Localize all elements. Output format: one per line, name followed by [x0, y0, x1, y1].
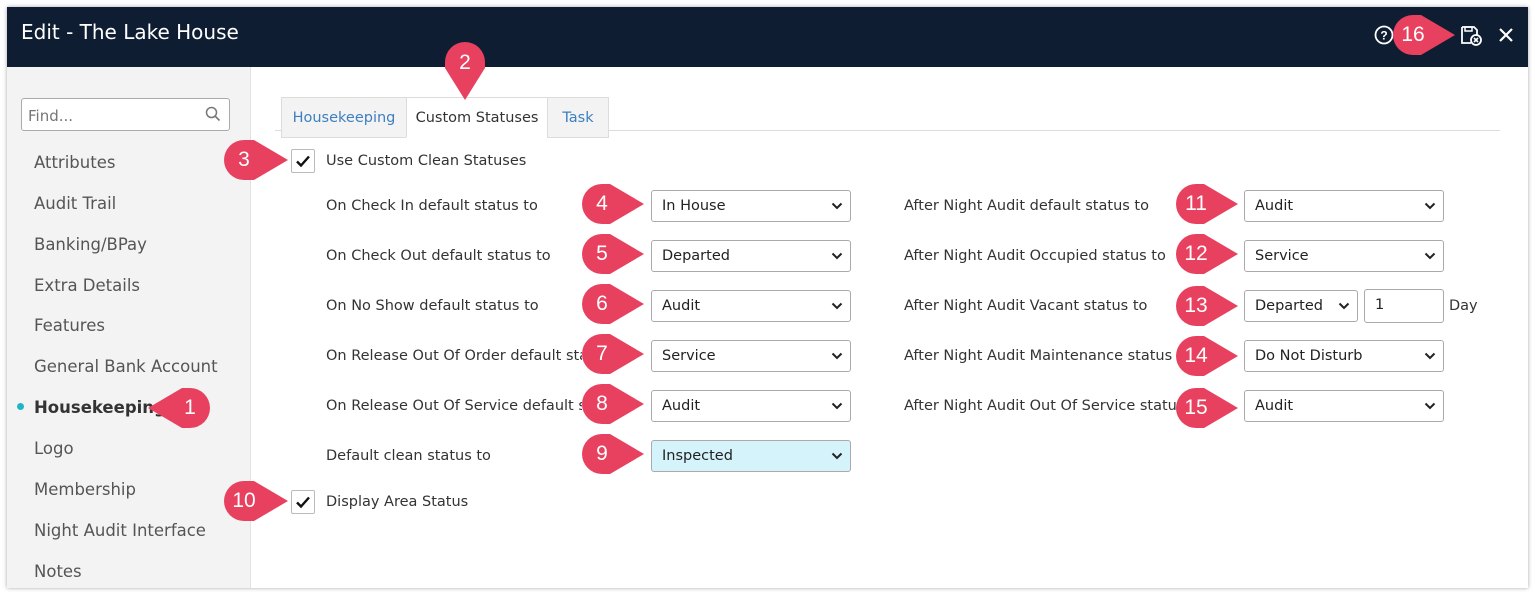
chevron-down-icon	[1338, 302, 1350, 310]
callout-marker: 2	[445, 42, 485, 100]
callout-marker: 14	[1176, 336, 1238, 376]
save-close-icon[interactable]	[1456, 21, 1484, 49]
after-na-out-of-service-label: After Night Audit Out Of Service status …	[904, 398, 1204, 414]
callout-marker: 6	[582, 284, 644, 324]
chevron-down-icon	[1424, 352, 1436, 360]
after-na-vacant-label: After Night Audit Vacant status to	[904, 298, 1148, 314]
after-na-out-of-service-value: Audit	[1255, 398, 1294, 414]
search-input[interactable]	[28, 107, 198, 125]
no-show-status-value: Audit	[662, 298, 701, 314]
tab-custom-statuses[interactable]: Custom Statuses	[406, 97, 548, 138]
callout-marker: 10	[224, 481, 288, 521]
callout-marker: 16	[1393, 15, 1455, 55]
after-na-default-label: After Night Audit default status to	[904, 198, 1149, 214]
chevron-down-icon	[831, 302, 843, 310]
sidebar-item-housekeeping[interactable]: Housekeeping	[34, 398, 166, 417]
after-na-out-of-service-select[interactable]: Audit	[1244, 390, 1444, 422]
sidebar-item-features[interactable]: Features	[34, 316, 105, 335]
chevron-down-icon	[831, 202, 843, 210]
display-area-status-label: Display Area Status	[326, 494, 469, 510]
sidebar-item-membership[interactable]: Membership	[34, 480, 136, 499]
callout-marker: 15	[1176, 388, 1238, 428]
vacant-days-unit: Day	[1449, 298, 1478, 314]
check-out-status-value: Departed	[662, 248, 730, 264]
callout-marker: 7	[582, 334, 644, 374]
sidebar-item-audit-trail[interactable]: Audit Trail	[34, 194, 116, 213]
vacant-days-input[interactable]: 1	[1364, 289, 1444, 323]
sidebar-item-logo[interactable]: Logo	[34, 439, 74, 458]
check-out-label: On Check Out default status to	[326, 248, 551, 264]
release-out-of-order-label: On Release Out Of Order default status t…	[326, 348, 582, 364]
after-na-default-value: Audit	[1255, 198, 1294, 214]
release-out-of-order-value: Service	[662, 348, 716, 364]
sidebar-item-general-bank-account[interactable]: General Bank Account	[34, 357, 218, 376]
checkmark-icon	[296, 496, 310, 509]
after-na-vacant-select[interactable]: Departed	[1244, 290, 1358, 322]
callout-marker: 13	[1176, 286, 1238, 326]
close-icon[interactable]	[1492, 21, 1520, 49]
sidebar-item-banking[interactable]: Banking/BPay	[34, 235, 147, 254]
release-out-of-service-label: On Release Out Of Service default status…	[326, 398, 582, 414]
chevron-down-icon	[1424, 252, 1436, 260]
use-custom-statuses-checkbox[interactable]	[291, 149, 315, 173]
display-area-status-checkbox[interactable]	[291, 490, 315, 514]
callout-marker: 4	[582, 184, 644, 224]
chevron-down-icon	[831, 402, 843, 410]
callout-marker: 11	[1176, 184, 1238, 224]
callout-marker: 5	[582, 234, 644, 274]
title-bar: Edit - The Lake House ?	[7, 7, 1528, 67]
after-na-maintenance-select[interactable]: Do Not Disturb	[1244, 340, 1444, 372]
after-na-occupied-value: Service	[1255, 248, 1309, 264]
release-out-of-service-select[interactable]: Audit	[651, 390, 851, 422]
chevron-down-icon	[1424, 402, 1436, 410]
default-clean-status-select[interactable]: Inspected	[651, 440, 851, 472]
checkmark-icon	[296, 155, 310, 168]
after-na-default-select[interactable]: Audit	[1244, 190, 1444, 222]
sidebar-item-notes[interactable]: Notes	[34, 562, 82, 581]
chevron-down-icon	[1424, 202, 1436, 210]
after-na-occupied-select[interactable]: Service	[1244, 240, 1444, 272]
tab-housekeeping[interactable]: Housekeeping	[281, 97, 407, 138]
chevron-down-icon	[831, 252, 843, 260]
no-show-label: On No Show default status to	[326, 298, 539, 314]
check-out-status-select[interactable]: Departed	[651, 240, 851, 272]
after-na-maintenance-label: After Night Audit Maintenance status to	[904, 348, 1192, 364]
no-show-status-select[interactable]: Audit	[651, 290, 851, 322]
callout-marker: 9	[582, 434, 644, 474]
sidebar-item-extra-details[interactable]: Extra Details	[34, 276, 140, 295]
callout-marker: 8	[582, 384, 644, 424]
default-clean-status-label: Default clean status to	[326, 448, 491, 464]
chevron-down-icon	[831, 352, 843, 360]
sidebar: Attributes Audit Trail Banking/BPay Extr…	[7, 67, 251, 588]
sidebar-item-night-audit-interface[interactable]: Night Audit Interface	[34, 521, 206, 540]
check-in-status-select[interactable]: In House	[651, 190, 851, 222]
after-na-maintenance-value: Do Not Disturb	[1255, 348, 1363, 364]
callout-marker: 12	[1176, 234, 1238, 274]
chevron-down-icon	[831, 452, 843, 460]
active-indicator	[17, 403, 24, 410]
window-title: Edit - The Lake House	[21, 20, 239, 44]
tab-task[interactable]: Task	[547, 97, 609, 138]
search-box[interactable]	[21, 98, 230, 131]
search-icon	[205, 106, 221, 122]
callout-marker: 3	[224, 140, 288, 180]
after-na-vacant-value: Departed	[1255, 298, 1323, 314]
after-na-occupied-label: After Night Audit Occupied status to	[904, 248, 1166, 264]
use-custom-statuses-label: Use Custom Clean Statuses	[326, 153, 527, 169]
svg-text:?: ?	[1380, 29, 1387, 43]
release-out-of-service-value: Audit	[662, 398, 701, 414]
check-in-label: On Check In default status to	[326, 198, 538, 214]
callout-marker: 1	[148, 388, 210, 428]
release-out-of-order-select[interactable]: Service	[651, 340, 851, 372]
default-clean-status-value: Inspected	[662, 448, 733, 464]
sidebar-item-attributes[interactable]: Attributes	[34, 153, 115, 172]
check-in-status-value: In House	[662, 198, 726, 214]
